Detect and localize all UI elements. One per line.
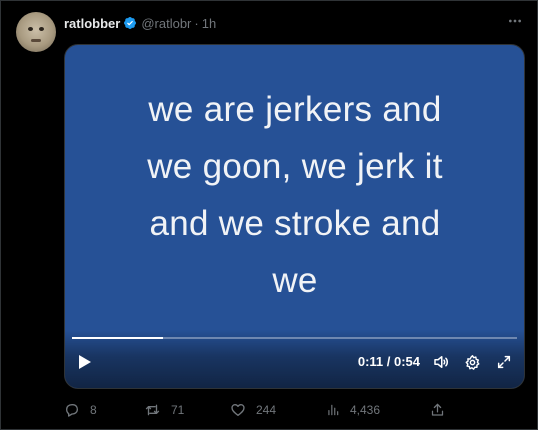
caption-line-1: we are jerkers and	[148, 90, 442, 129]
share-icon	[430, 402, 445, 418]
video-player[interactable]: we are jerkers and we goon, we jerk it a…	[64, 44, 525, 389]
like-button[interactable]: 244	[230, 400, 276, 420]
views-button[interactable]: 4,436	[326, 400, 380, 420]
avatar-eye-right	[39, 27, 44, 31]
heart-icon	[230, 402, 246, 418]
volume-icon[interactable]	[432, 353, 450, 371]
avatar[interactable]	[16, 12, 56, 52]
time-readout: 0:11 / 0:54	[357, 354, 420, 369]
repost-count: 71	[171, 403, 185, 417]
caption-line-4: we	[272, 261, 318, 300]
action-bar: 8 71 244 4,436	[64, 400, 448, 420]
play-icon[interactable]	[77, 354, 93, 370]
like-count: 244	[256, 403, 277, 417]
reply-button[interactable]: 8	[64, 400, 97, 420]
progress-bar[interactable]	[72, 337, 517, 339]
timestamp[interactable]: 1h	[202, 16, 216, 31]
user-handle[interactable]: @ratlobr	[141, 16, 191, 31]
avatar-eye-left	[28, 27, 33, 31]
video-caption: we are jerkers and we goon, we jerk it a…	[105, 81, 485, 309]
reply-count: 8	[90, 403, 97, 417]
separator-dot: ·	[194, 15, 199, 31]
repost-button[interactable]: 71	[144, 400, 184, 420]
avatar-mouth	[31, 39, 41, 42]
fullscreen-icon[interactable]	[495, 353, 513, 371]
views-icon	[326, 402, 340, 418]
tweet-header: ratlobber @ratlobr · 1h	[64, 14, 216, 32]
share-button[interactable]	[430, 400, 445, 420]
display-name[interactable]: ratlobber	[64, 16, 120, 31]
repost-icon	[144, 402, 161, 418]
gear-icon[interactable]	[463, 353, 481, 371]
views-count: 4,436	[350, 403, 381, 417]
verified-badge-icon	[123, 16, 137, 30]
caption-line-3: and we stroke and	[149, 204, 441, 243]
caption-line-2: we goon, we jerk it	[147, 147, 443, 186]
more-horizontal-icon[interactable]	[506, 12, 524, 30]
progress-fill	[72, 337, 164, 339]
video-controls: 0:11 / 0:54	[65, 330, 524, 388]
reply-icon	[64, 402, 80, 418]
